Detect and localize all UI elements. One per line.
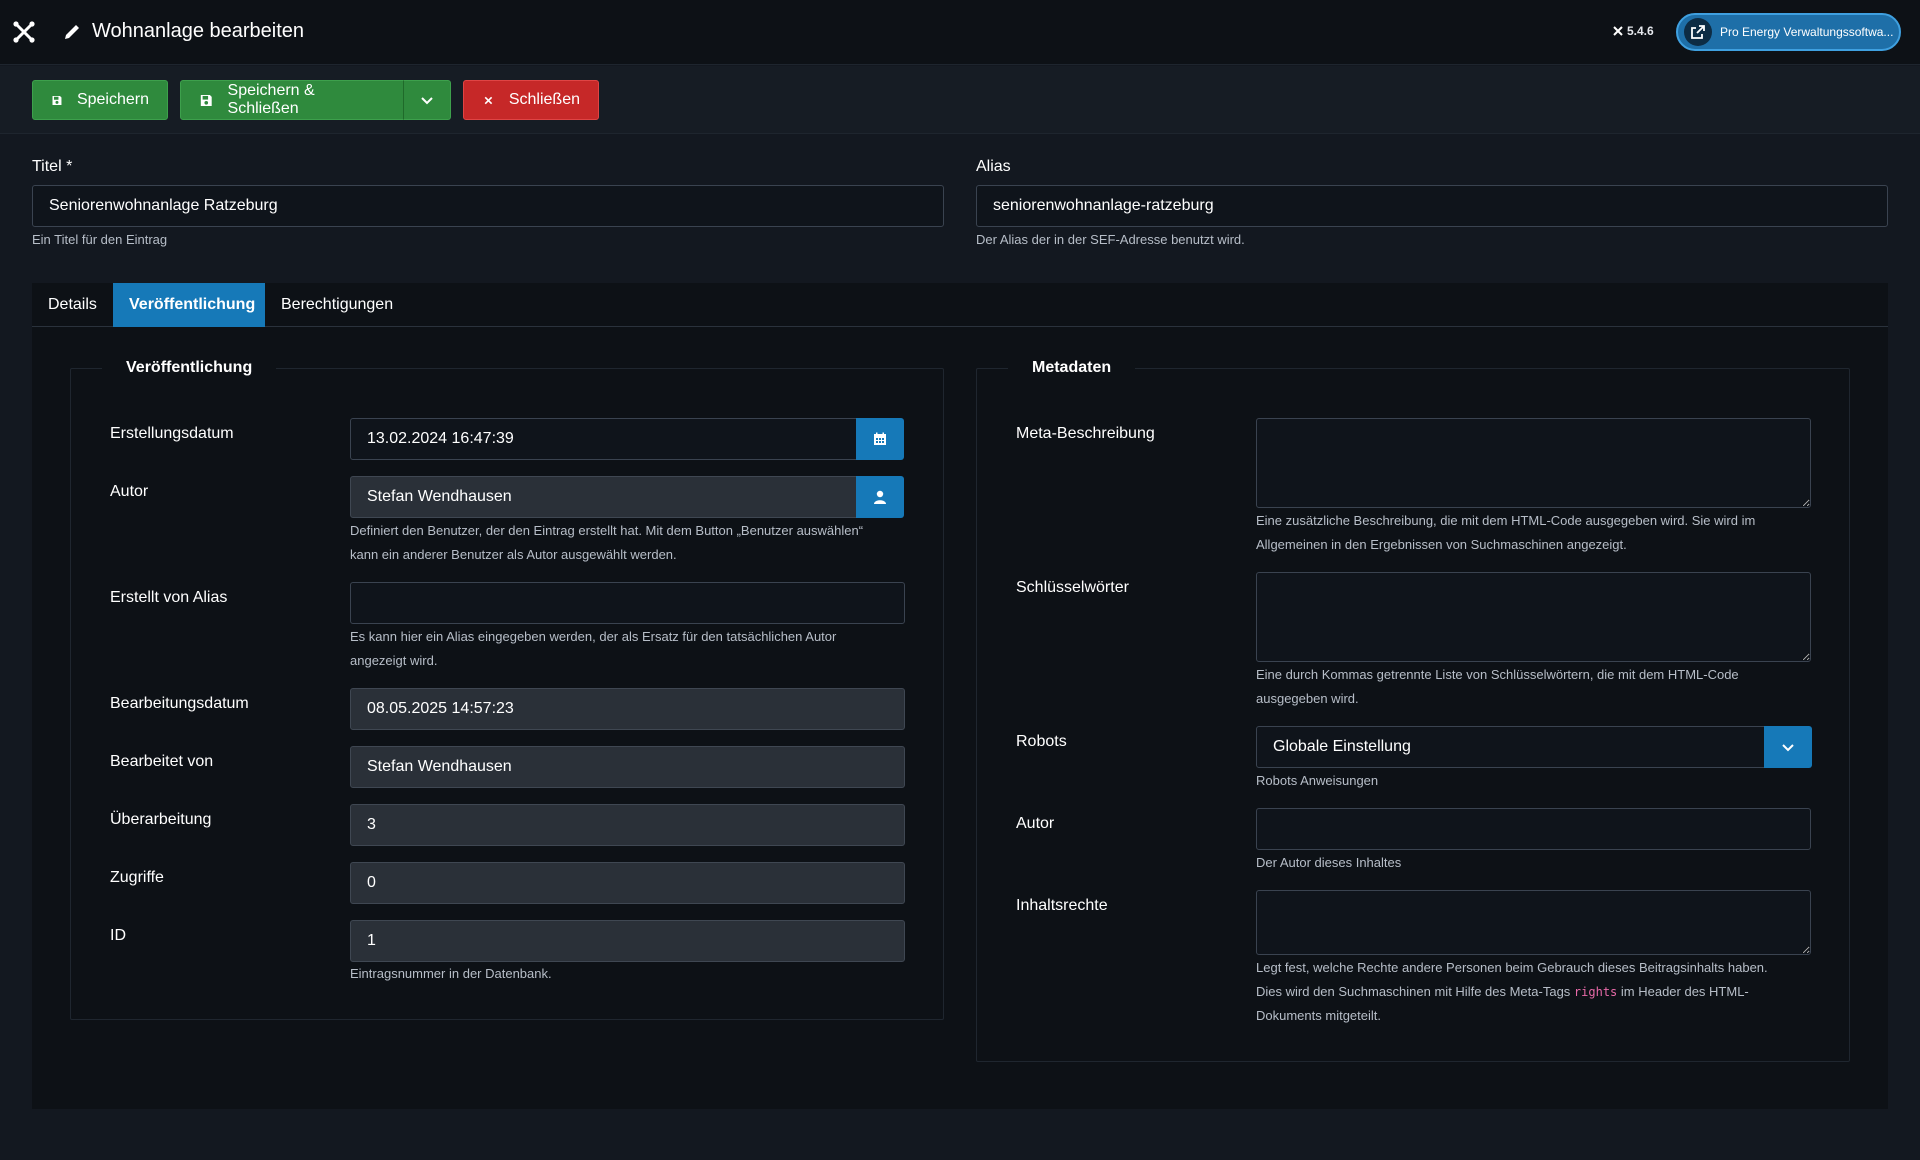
tab-bar: Details Veröffentlichung Berechtigungen [32, 283, 1888, 327]
meta-author-hint: Der Autor dieses Inhaltes [1256, 855, 1402, 870]
title-input[interactable]: Seniorenwohnanlage Ratzeburg [32, 185, 944, 227]
keywords-hint-line2: ausgegeben wird. [1256, 691, 1359, 706]
meta-author-label: Autor [1016, 815, 1055, 832]
alias-label: Alias [976, 158, 1011, 175]
save-label: Speichern [76, 91, 149, 108]
version-badge: 5.4.6 [1612, 24, 1654, 38]
floppy-disk-icon [200, 94, 212, 106]
pencil-icon [65, 25, 79, 39]
save-close-button[interactable]: Speichern & Schließen [180, 80, 404, 120]
modified-by-input: Stefan Wendhausen [350, 746, 905, 788]
save-button[interactable]: Speichern [32, 80, 168, 120]
close-icon [484, 96, 493, 104]
author-input: Stefan Wendhausen [350, 476, 858, 518]
save-close-label: Speichern & Schließen [227, 82, 315, 117]
user-icon [874, 490, 886, 504]
hits-label: Zugriffe [110, 869, 164, 886]
meta-description-hint-line2: Allgemeinen in den Ergebnissen von Suchm… [1256, 537, 1627, 552]
tab-permissions[interactable]: Berechtigungen [265, 283, 409, 327]
save-options-dropdown[interactable] [403, 80, 451, 120]
author-hint-line2: kann ein anderer Benutzer als Autor ausg… [350, 547, 677, 562]
tab-publishing[interactable]: Veröffentlichung [113, 283, 265, 327]
revision-label: Überarbeitung [110, 811, 212, 828]
chevron-down-icon [421, 97, 433, 105]
author-label: Autor [110, 483, 149, 500]
meta-description-textarea[interactable] [1256, 418, 1811, 508]
title-hint: Ein Titel für den Eintrag [32, 232, 168, 247]
metadata-legend: Metadaten [1008, 359, 1136, 377]
meta-description-label: Meta-Beschreibung [1016, 425, 1155, 442]
robots-hint: Robots Anweisungen [1256, 773, 1379, 788]
keywords-hint-line1: Eine durch Kommas getrennte Liste von Sc… [1256, 667, 1739, 682]
alias-hint: Der Alias der in der SEF-Adresse benutzt… [976, 232, 1245, 247]
floppy-disk-icon [52, 95, 62, 105]
rights-hint-text-b: im Header des HTML- [1617, 984, 1749, 999]
id-hint: Eintragsnummer in der Datenbank. [350, 966, 552, 981]
close-label: Schließen [508, 91, 580, 108]
robots-select[interactable]: Globale Einstellung [1256, 726, 1766, 768]
publishing-legend: Veröffentlichung [102, 359, 277, 377]
id-input: 1 [350, 920, 905, 962]
alias-hint-line2: angezeigt wird. [350, 653, 438, 668]
joomla-small-icon [1613, 26, 1623, 36]
rights-code: rights [1573, 985, 1618, 999]
toolbar: Speichern Speichern & Schließen Schließe… [0, 66, 1920, 134]
created-label: Erstellungsdatum [110, 425, 234, 442]
calendar-icon [874, 432, 886, 445]
page-title: Wohnanlage bearbeiten [92, 20, 305, 42]
content-rights-hint-line1: Legt fest, welche Rechte andere Personen… [1256, 960, 1768, 975]
created-date-input[interactable]: 13.02.2024 16:47:39 [350, 418, 858, 460]
content-rights-textarea[interactable] [1256, 890, 1811, 955]
modified-label: Bearbeitungsdatum [110, 695, 249, 712]
keywords-textarea[interactable] [1256, 572, 1811, 662]
id-label: ID [110, 927, 126, 944]
created-by-alias-label: Erstellt von Alias [110, 589, 228, 606]
tab-details[interactable]: Details [32, 283, 113, 327]
content-rights-label: Inhaltsrechte [1016, 897, 1108, 914]
revision-input: 3 [350, 804, 905, 846]
modified-date-input: 08.05.2025 14:57:23 [350, 688, 905, 730]
calendar-button[interactable] [856, 418, 904, 460]
content-rights-hint-line3: Dokuments mitgeteilt. [1256, 1008, 1381, 1023]
joomla-logo-icon[interactable] [12, 20, 36, 44]
app-header: Wohnanlage bearbeiten 5.4.6 Pro Energy V… [0, 0, 1920, 65]
content-rights-hint-line2: Dies wird den Suchmaschinen mit Hilfe de… [1256, 980, 1749, 1004]
meta-description-hint-line1: Eine zusätzliche Beschreibung, die mit d… [1256, 513, 1756, 528]
title-label: Titel * [32, 158, 73, 175]
modified-by-label: Bearbeitet von [110, 753, 214, 770]
hits-input: 0 [350, 862, 905, 904]
view-site-button[interactable]: Pro Energy Verwaltungssoftwa... [1676, 13, 1901, 51]
alias-input[interactable]: seniorenwohnanlage-ratzeburg [976, 185, 1888, 227]
robots-dropdown-toggle[interactable] [1764, 726, 1812, 768]
site-button-label: Pro Energy Verwaltungssoftwa... [1720, 25, 1894, 39]
created-by-alias-input[interactable] [350, 582, 905, 624]
external-link-icon [1684, 18, 1712, 46]
keywords-label: Schlüsselwörter [1016, 579, 1129, 596]
select-user-button[interactable] [856, 476, 904, 518]
chevron-down-icon [1782, 744, 1794, 752]
version-text: 5.4.6 [1627, 24, 1654, 38]
robots-label: Robots [1016, 733, 1067, 750]
rights-hint-text-a: Dies wird den Suchmaschinen mit Hilfe de… [1256, 984, 1574, 999]
meta-author-input[interactable] [1256, 808, 1811, 850]
close-button[interactable]: Schließen [463, 80, 599, 120]
author-hint-line1: Definiert den Benutzer, der den Eintrag … [350, 523, 864, 538]
alias-hint-line1: Es kann hier ein Alias eingegeben werden… [350, 629, 837, 644]
